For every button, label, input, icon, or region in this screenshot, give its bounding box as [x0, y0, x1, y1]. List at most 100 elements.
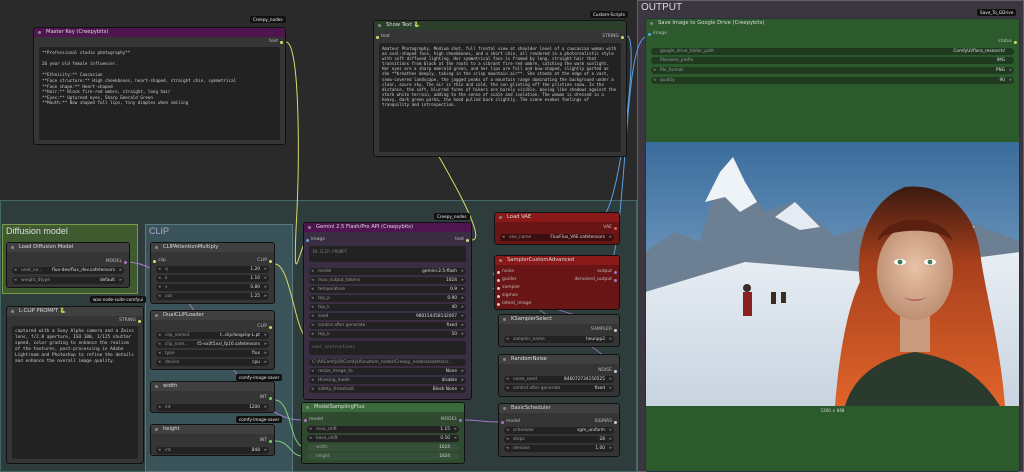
- scheduler-model-input[interactable]: model: [499, 418, 520, 426]
- q-widget[interactable]: q1.20: [156, 266, 269, 273]
- clip-attention-clip-input[interactable]: clip: [151, 257, 166, 265]
- k-widget[interactable]: k1.10: [156, 275, 269, 282]
- gemini-model-widget[interactable]: modelgemini-2.5-flash: [309, 268, 466, 275]
- sampler-latent-input[interactable]: latent_image: [495, 300, 531, 308]
- sampler-noise-input[interactable]: noise: [495, 268, 514, 276]
- load-diffusion-model-output[interactable]: MODEL: [106, 258, 129, 266]
- save-gdrive-image-input[interactable]: image: [646, 30, 667, 38]
- show-text-node[interactable]: Show Text 🐍 text STRING Amateur Photogra…: [373, 20, 627, 157]
- random-noise-header[interactable]: RandomNoise: [499, 355, 619, 364]
- filename-prefix-widget[interactable]: filename_prefix IMG: [651, 57, 1014, 64]
- load-vae-output[interactable]: VAE: [603, 224, 619, 232]
- height-node[interactable]: height INT int848: [150, 424, 275, 456]
- width-node[interactable]: width INT int1200: [150, 381, 275, 413]
- clip-attention-header[interactable]: CLIPAttentionMultiply: [151, 243, 274, 252]
- max-output-tokens-widget[interactable]: max_output_tokens1024: [309, 277, 466, 284]
- save-gdrive-status-output[interactable]: status: [998, 38, 1019, 46]
- height-header[interactable]: height: [151, 425, 274, 434]
- gemini-header[interactable]: Gemini 2.5 Flash/Pro API (Creepybits): [304, 223, 471, 232]
- clip-device-widget[interactable]: devicecpu: [156, 359, 269, 366]
- resize-image-widget[interactable]: resize_image_toNone: [309, 368, 466, 375]
- file-format-widget[interactable]: file_formatPNG: [651, 67, 1014, 74]
- sampler-sigmas-input[interactable]: sigmas: [495, 292, 518, 300]
- max-shift-widget[interactable]: max_shift1.15: [307, 426, 459, 433]
- top-k-2-widget[interactable]: top_k50: [309, 331, 466, 338]
- sampler-output-port[interactable]: output: [597, 268, 619, 276]
- ksampler-output[interactable]: SAMPLER: [591, 326, 619, 334]
- vae-name-widget[interactable]: vae_nameFluxFlux_VAE.safetensors: [500, 234, 614, 241]
- out-widget[interactable]: out1.25: [156, 293, 269, 300]
- basic-scheduler-node[interactable]: BasicScheduler model SIGMAS schedulersgm…: [498, 403, 620, 457]
- show-text-output[interactable]: STRING: [602, 33, 626, 41]
- width-int-output[interactable]: INT: [260, 394, 274, 402]
- gdrive-folder-path-widget[interactable]: google_drive_folder_path ComfyUI/flora_re…: [651, 48, 1014, 55]
- sampler-custom-node[interactable]: SamplerCustomAdvanced output denoised_ou…: [494, 255, 620, 310]
- ksampler-select-node[interactable]: KSamplerSelect SAMPLER sampler_nameheunp…: [498, 314, 620, 347]
- dualclip-node[interactable]: DualCLIPLoader CLIP clip_name1t..clip/lo…: [150, 310, 275, 370]
- save-gdrive-node[interactable]: Save Image to Google Drive (Creepybits) …: [645, 18, 1020, 472]
- gemini-input-text[interactable]: IN.CLIP.PROMPT: [309, 246, 466, 262]
- clip-attention-clip-output[interactable]: CLIP: [257, 257, 274, 265]
- image-preview[interactable]: [646, 142, 1019, 406]
- master-key-textarea[interactable]: **Professional studio photography** 26 y…: [39, 47, 280, 140]
- gemini-image-input[interactable]: image: [304, 236, 325, 244]
- master-key-text-output[interactable]: text: [269, 38, 285, 46]
- unet-name-widget[interactable]: unet_na...flux-dev/flux_dev.safetensors: [12, 267, 124, 274]
- dualclip-header[interactable]: DualCLIPLoader: [151, 311, 274, 320]
- dualclip-clip-output[interactable]: CLIP: [257, 323, 274, 331]
- steps-widget[interactable]: steps28: [504, 436, 614, 443]
- load-vae-header[interactable]: Load VAE: [495, 213, 619, 222]
- noise-seed-widget[interactable]: noise_seed846072734150525: [504, 376, 614, 383]
- ms-height-widget[interactable]: height 1024: [307, 453, 459, 460]
- height-int-widget[interactable]: int848: [156, 447, 269, 454]
- clip-attention-node[interactable]: CLIPAttentionMultiply clip CLIP q1.20 k1…: [150, 242, 275, 304]
- load-diffusion-node[interactable]: Load Diffusion Model MODEL unet_na...flu…: [6, 242, 130, 288]
- random-noise-node[interactable]: RandomNoise NOISE noise_seed846072734150…: [498, 354, 620, 397]
- user-instructions-textarea[interactable]: user_instructions: [309, 341, 466, 355]
- save-gdrive-header[interactable]: Save Image to Google Drive (Creepybits): [646, 19, 1019, 28]
- denoise-widget[interactable]: denoise1.00: [504, 445, 614, 452]
- gemini-text-output[interactable]: text: [455, 236, 471, 244]
- sampler-guider-input[interactable]: guider: [495, 276, 516, 284]
- lclip-prompt-header[interactable]: L-CLIP PROMPT 🐍: [7, 307, 143, 316]
- base-shift-widget[interactable]: base_shift0.50: [307, 435, 459, 442]
- seed-widget[interactable]: seed980154458142007: [309, 313, 466, 320]
- show-text-header[interactable]: Show Text 🐍: [374, 21, 626, 30]
- scheduler-widget[interactable]: schedulersgm_uniform: [504, 427, 614, 434]
- model-sampling-model-input[interactable]: model: [302, 416, 323, 424]
- control-after-generate-widget[interactable]: control after generatefixed: [309, 322, 466, 329]
- clip-name2-widget[interactable]: clip_nam...t5-xxl/t5xxl_fp16.safetensors: [156, 341, 269, 348]
- model-sampling-header[interactable]: ModelSamplingFlux: [302, 403, 464, 412]
- gemini-node[interactable]: Gemini 2.5 Flash/Pro API (Creepybits) im…: [303, 222, 472, 400]
- show-text-textarea[interactable]: Amateur Photography, Medium shot, full f…: [379, 43, 621, 152]
- load-vae-node[interactable]: Load VAE VAE vae_nameFluxFlux_VAE.safete…: [494, 212, 620, 245]
- sampler-name-widget[interactable]: sampler_nameheunpp2: [504, 336, 614, 343]
- width-header[interactable]: width: [151, 382, 274, 391]
- master-key-node[interactable]: Master Key (Creepybits) text **Professio…: [33, 27, 286, 145]
- load-diffusion-header[interactable]: Load Diffusion Model: [7, 243, 129, 252]
- noise-control-widget[interactable]: control after generatefixed: [504, 385, 614, 392]
- quality-widget[interactable]: quality90: [651, 77, 1014, 84]
- v-widget[interactable]: v0.80: [156, 284, 269, 291]
- model-sampling-model-output[interactable]: MODEL: [441, 416, 464, 424]
- width-int-widget[interactable]: int1200: [156, 404, 269, 411]
- weight-dtype-widget[interactable]: weight_dtypedefault: [12, 277, 124, 284]
- sampler-custom-header[interactable]: SamplerCustomAdvanced: [495, 256, 619, 265]
- ms-width-widget[interactable]: width 1024: [307, 444, 459, 451]
- lclip-string-output[interactable]: STRING: [119, 317, 143, 325]
- ksampler-select-header[interactable]: KSamplerSelect: [499, 315, 619, 324]
- thinking-mode-widget[interactable]: thinking_modedisable: [309, 377, 466, 384]
- lclip-prompt-textarea[interactable]: captured with a Sony Alpha camera and a …: [12, 326, 138, 459]
- height-int-output[interactable]: INT: [260, 437, 274, 445]
- clip-type-widget[interactable]: typeflux: [156, 350, 269, 357]
- top-p-widget[interactable]: top_p0.90: [309, 295, 466, 302]
- clip-name1-widget[interactable]: clip_name1t..clip/longclip-L.pt: [156, 332, 269, 339]
- model-sampling-node[interactable]: ModelSamplingFlux model MODEL max_shift1…: [301, 402, 465, 464]
- temperature-widget[interactable]: temperature0.9: [309, 286, 466, 293]
- master-key-header[interactable]: Master Key (Creepybits): [34, 28, 285, 37]
- prompt-path-widget[interactable]: C:\AI\ComfyUI\ComfyUI\custom_nodes\Creep…: [309, 359, 466, 366]
- basic-scheduler-header[interactable]: BasicScheduler: [499, 404, 619, 413]
- lclip-prompt-node[interactable]: L-CLIP PROMPT 🐍 STRING captured with a S…: [6, 306, 144, 464]
- scheduler-sigmas-output[interactable]: SIGMAS: [595, 418, 620, 426]
- show-text-input[interactable]: text: [374, 33, 390, 41]
